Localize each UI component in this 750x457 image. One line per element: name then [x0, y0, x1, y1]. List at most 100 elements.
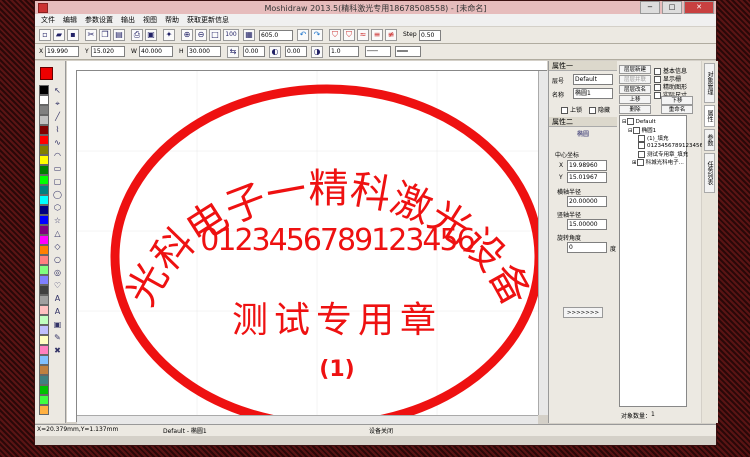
close-tool-icon[interactable]: ✖: [52, 345, 63, 356]
line-style-select[interactable]: ───: [365, 46, 391, 57]
width-input[interactable]: 40.000: [139, 46, 173, 57]
rename-button[interactable]: 重命名: [661, 105, 693, 114]
property2-header[interactable]: 属性二: [549, 117, 617, 127]
palette-swatch[interactable]: [39, 365, 49, 375]
arc-text-icon[interactable]: A: [52, 306, 63, 317]
node-edit-icon[interactable]: ⌖: [52, 98, 63, 109]
palette-swatch[interactable]: [39, 155, 49, 165]
copy-icon[interactable]: ❐: [99, 29, 111, 41]
step-input[interactable]: 0.50: [419, 30, 441, 41]
current-color-swatch[interactable]: [40, 67, 53, 80]
palette-swatch[interactable]: [39, 335, 49, 345]
tree-node-item[interactable]: 测试专用章_填充: [638, 150, 688, 158]
property1-header[interactable]: 属性一: [549, 61, 617, 71]
palette-swatch[interactable]: [39, 395, 49, 405]
line-tool-icon[interactable]: ╱: [52, 111, 63, 122]
paste-icon[interactable]: ▤: [113, 29, 125, 41]
zoom-in-icon[interactable]: ⊕: [181, 29, 193, 41]
image-tool-icon[interactable]: ▣: [52, 319, 63, 330]
menu-help[interactable]: 帮助: [165, 15, 179, 25]
shield-outline-icon[interactable]: ⛉: [343, 29, 355, 41]
merge-layer-button[interactable]: 层层并联: [619, 75, 651, 84]
tree-node-item[interactable]: ⊞ 科城光科电子...: [632, 158, 684, 166]
lock-checkbox[interactable]: 上锁: [561, 105, 582, 114]
hide-checkbox[interactable]: 隐藏: [589, 105, 610, 114]
new-file-icon[interactable]: ▫: [39, 29, 51, 41]
move-down-button[interactable]: 下移: [661, 96, 693, 105]
minimize-button[interactable]: −: [640, 1, 660, 14]
palette-swatch[interactable]: [39, 405, 49, 415]
rounded-rect-icon[interactable]: ▢: [52, 176, 63, 187]
apply-button[interactable]: >>>>>>>: [563, 307, 603, 318]
palette-swatch[interactable]: [39, 245, 49, 255]
palette-swatch[interactable]: [39, 105, 49, 115]
menu-view[interactable]: 视图: [143, 15, 157, 25]
zoom-fit-icon[interactable]: □: [209, 29, 221, 41]
diamond-tool-icon[interactable]: ◇: [52, 241, 63, 252]
height-input[interactable]: 30.000: [187, 46, 221, 57]
zoom-100-button[interactable]: 100: [223, 29, 239, 41]
ellipse-tool-icon[interactable]: ◯: [52, 189, 63, 200]
output-icon[interactable]: ▣: [145, 29, 157, 41]
palette-swatch[interactable]: [39, 275, 49, 285]
menu-update[interactable]: 获取更新信息: [187, 15, 229, 25]
polygon-tool-icon[interactable]: ⬡: [52, 202, 63, 213]
shield-icon[interactable]: ⛉: [329, 29, 341, 41]
center-y-input[interactable]: 15.01967: [567, 172, 607, 183]
center-x-input[interactable]: 19.98960: [567, 160, 607, 171]
palette-swatch[interactable]: [39, 135, 49, 145]
curve-tool-icon[interactable]: ∿: [52, 137, 63, 148]
laser-icon[interactable]: ✦: [163, 29, 175, 41]
cut-icon[interactable]: ✂: [85, 29, 97, 41]
palette-swatch[interactable]: [39, 265, 49, 275]
tab-task-list[interactable]: 任务列表: [704, 153, 715, 193]
angle-input-2[interactable]: 0.00: [285, 46, 307, 57]
print-icon[interactable]: ⎙: [131, 29, 143, 41]
zoom-input[interactable]: 605.0: [259, 30, 293, 41]
tree-node-item[interactable]: (1)_填充: [638, 134, 669, 142]
palette-swatch[interactable]: [39, 235, 49, 245]
tab-object-manager[interactable]: 对象管理: [704, 63, 715, 103]
save-icon[interactable]: ▪: [67, 29, 79, 41]
tree-node-ellipse[interactable]: ⊟ 椭圆1: [628, 126, 656, 134]
drawing-canvas[interactable]: 科城光科电子一精科激光设备测试 0123456789123456 测试专用章 (…: [77, 71, 538, 415]
palette-swatch[interactable]: [39, 175, 49, 185]
delete-button[interactable]: 删除: [619, 105, 651, 114]
palette-swatch[interactable]: [39, 315, 49, 325]
palette-swatch[interactable]: [39, 305, 49, 315]
eyedropper-icon[interactable]: ✎: [52, 332, 63, 343]
name-input[interactable]: 椭圆1: [573, 88, 613, 99]
new-layer-button[interactable]: 层层新建: [619, 65, 651, 74]
redo-icon[interactable]: ↷: [311, 29, 323, 41]
palette-swatch[interactable]: [39, 95, 49, 105]
horizontal-scrollbar[interactable]: [77, 415, 538, 424]
triangle-tool-icon[interactable]: △: [52, 228, 63, 239]
lock-ratio-icon[interactable]: ⇆: [227, 46, 239, 58]
tab-properties[interactable]: 属性: [704, 105, 715, 127]
move-up-button[interactable]: 上移: [619, 95, 651, 104]
maximize-button[interactable]: □: [662, 1, 682, 14]
select-arrow-icon[interactable]: ↖: [52, 85, 63, 96]
arc-tool-icon[interactable]: ◠: [52, 150, 63, 161]
tree-node-layer[interactable]: ⊟ Default: [622, 118, 656, 125]
palette-swatch[interactable]: [39, 285, 49, 295]
rect-tool-icon[interactable]: ▭: [52, 163, 63, 174]
palette-swatch[interactable]: [39, 145, 49, 155]
palette-swatch[interactable]: [39, 185, 49, 195]
horiz-radius-input[interactable]: 20.00000: [567, 196, 607, 207]
rotation-input[interactable]: 0: [567, 242, 607, 253]
layer-select[interactable]: Default: [573, 74, 613, 85]
menu-settings[interactable]: 参数设置: [85, 15, 113, 25]
tab-parameters[interactable]: 参数: [704, 129, 715, 151]
close-button[interactable]: ✕: [684, 1, 714, 14]
circle-tool-icon[interactable]: ○: [52, 254, 63, 265]
fill-style-select[interactable]: ═══: [395, 46, 421, 57]
vertical-scrollbar[interactable]: [538, 71, 548, 415]
open-folder-icon[interactable]: ▰: [53, 29, 65, 41]
mirror-h-icon[interactable]: ◐: [269, 46, 281, 58]
palette-swatch[interactable]: [39, 225, 49, 235]
y-input[interactable]: 15.020: [91, 46, 125, 57]
polyline-tool-icon[interactable]: ⌇: [52, 124, 63, 135]
palette-swatch[interactable]: [39, 205, 49, 215]
menu-edit[interactable]: 编辑: [63, 15, 77, 25]
